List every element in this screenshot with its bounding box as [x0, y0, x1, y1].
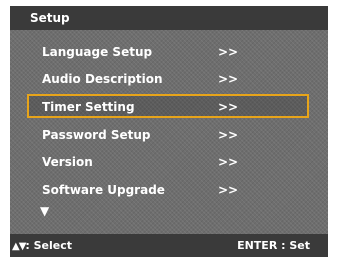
menu-item-timer-setting[interactable]: Timer Setting >> [10, 93, 328, 121]
submenu-arrow-icon: >> [218, 72, 239, 87]
submenu-arrow-icon: >> [218, 99, 239, 114]
menu-item-label: Password Setup [42, 127, 151, 142]
menu-item-label: Timer Setting [42, 99, 135, 114]
submenu-arrow-icon: >> [218, 182, 239, 197]
menu-item-label: Audio Description [42, 72, 163, 87]
submenu-arrow-icon: >> [218, 127, 239, 142]
enter-hint: ENTER : Set [237, 239, 310, 252]
submenu-arrow-icon: >> [218, 44, 239, 59]
select-hint: ▲▼: Select [12, 234, 72, 257]
menu-item-language-setup[interactable]: Language Setup >> [10, 38, 328, 66]
menu-item-label: Version [42, 155, 93, 170]
menu-item-password-setup[interactable]: Password Setup >> [10, 121, 328, 149]
setup-menu-list: Language Setup >> Audio Description >> T… [10, 38, 328, 204]
menu-item-audio-description[interactable]: Audio Description >> [10, 66, 328, 94]
menu-item-label: Software Upgrade [42, 182, 165, 197]
up-down-arrows-icon: ▲▼ [12, 241, 26, 252]
menu-item-version[interactable]: Version >> [10, 148, 328, 176]
status-bar: ▲▼: Select ENTER : Set [10, 234, 328, 257]
setup-menu-panel: Setup Language Setup >> Audio Descriptio… [10, 6, 328, 257]
submenu-arrow-icon: >> [218, 155, 239, 170]
menu-item-software-upgrade[interactable]: Software Upgrade >> [10, 176, 328, 204]
select-hint-label: : Select [25, 239, 73, 252]
triangle-down-icon[interactable]: ▼ [40, 205, 49, 217]
menu-item-label: Language Setup [42, 44, 153, 59]
menu-title: Setup [10, 6, 328, 30]
